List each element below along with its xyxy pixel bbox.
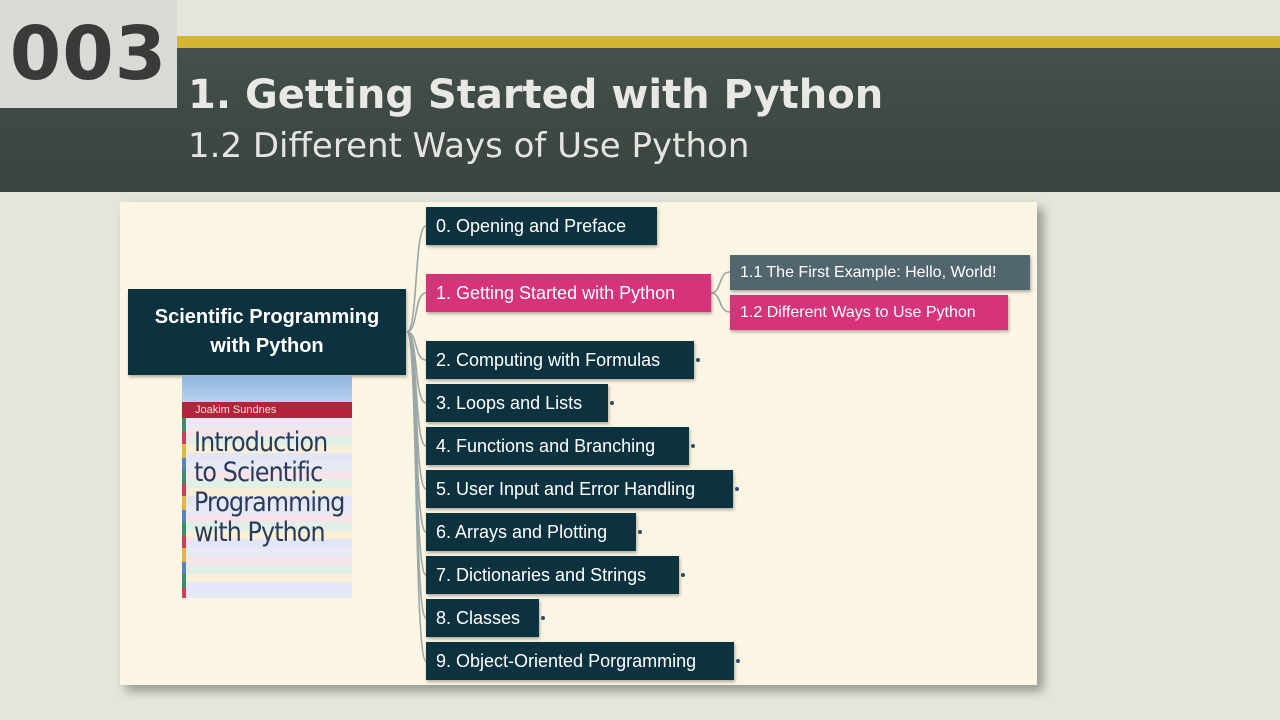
- chapter-node-3[interactable]: 3. Loops and Lists: [426, 384, 614, 422]
- subtopic-node-1-1[interactable]: 1.1 The First Example: Hello, World!: [730, 255, 1030, 290]
- chapter-label: 2. Computing with Formulas: [436, 350, 661, 370]
- collapsed-dot[interactable]: [735, 487, 739, 491]
- book-top-band: [182, 376, 352, 402]
- connector-sub2: [710, 292, 731, 313]
- subtopic-label: 1.2 Different Ways to Use Python: [740, 304, 976, 321]
- book-title: Introduction to Scientific Programming w…: [194, 427, 345, 548]
- collapsed-dot[interactable]: [691, 444, 695, 448]
- collapsed-dot[interactable]: [736, 659, 740, 663]
- collapsed-dot[interactable]: [610, 401, 614, 405]
- chapter-node-7[interactable]: 7. Dictionaries and Strings: [426, 556, 685, 594]
- chapter-label: 1. Getting Started with Python: [436, 283, 676, 303]
- chapter-label: 3. Loops and Lists: [436, 393, 583, 413]
- chapter-label: 7. Dictionaries and Strings: [436, 565, 647, 585]
- chapter-node-8[interactable]: 8. Classes: [426, 599, 545, 637]
- chapter-label: 8. Classes: [436, 608, 521, 628]
- root-line-2: with Python: [210, 335, 324, 357]
- collapsed-dot[interactable]: [638, 530, 642, 534]
- chapter-label: 4. Functions and Branching: [436, 436, 656, 456]
- connector-sub1: [710, 271, 731, 294]
- collapsed-dot[interactable]: [681, 573, 685, 577]
- mindmap-root[interactable]: Scientific Programming with Python: [128, 289, 406, 375]
- chapter-node-0[interactable]: 0. Opening and Preface: [426, 207, 657, 245]
- chapter-label: 9. Object-Oriented Porgramming: [436, 651, 697, 671]
- chapter-node-2[interactable]: 2. Computing with Formulas: [426, 341, 700, 379]
- chapter-label: 5. User Input and Error Handling: [436, 479, 696, 499]
- book-color-strip: [182, 418, 186, 598]
- chapter-node-4[interactable]: 4. Functions and Branching: [426, 427, 695, 465]
- connector-ch0: [406, 225, 427, 333]
- book-author: Joakim Sundnes: [182, 402, 352, 418]
- book-cover-image: Joakim Sundnes Introduction to Scientifi…: [182, 376, 352, 598]
- subtopic-label: 1.1 The First Example: Hello, World!: [740, 264, 997, 281]
- subtopic-node-1-2[interactable]: 1.2 Different Ways to Use Python: [730, 295, 1008, 330]
- chapter-node-1[interactable]: 1. Getting Started with Python: [426, 274, 711, 312]
- root-line-1: Scientific Programming: [154, 306, 380, 328]
- chapter-label: 0. Opening and Preface: [436, 216, 627, 236]
- collapsed-dot[interactable]: [541, 616, 545, 620]
- chapter-node-6[interactable]: 6. Arrays and Plotting: [426, 513, 642, 551]
- connector-ch1: [406, 292, 427, 333]
- chapter-node-9[interactable]: 9. Object-Oriented Porgramming: [426, 642, 740, 680]
- chapter-label: 6. Arrays and Plotting: [436, 522, 608, 542]
- chapter-node-5[interactable]: 5. User Input and Error Handling: [426, 470, 739, 508]
- collapsed-dot[interactable]: [696, 358, 700, 362]
